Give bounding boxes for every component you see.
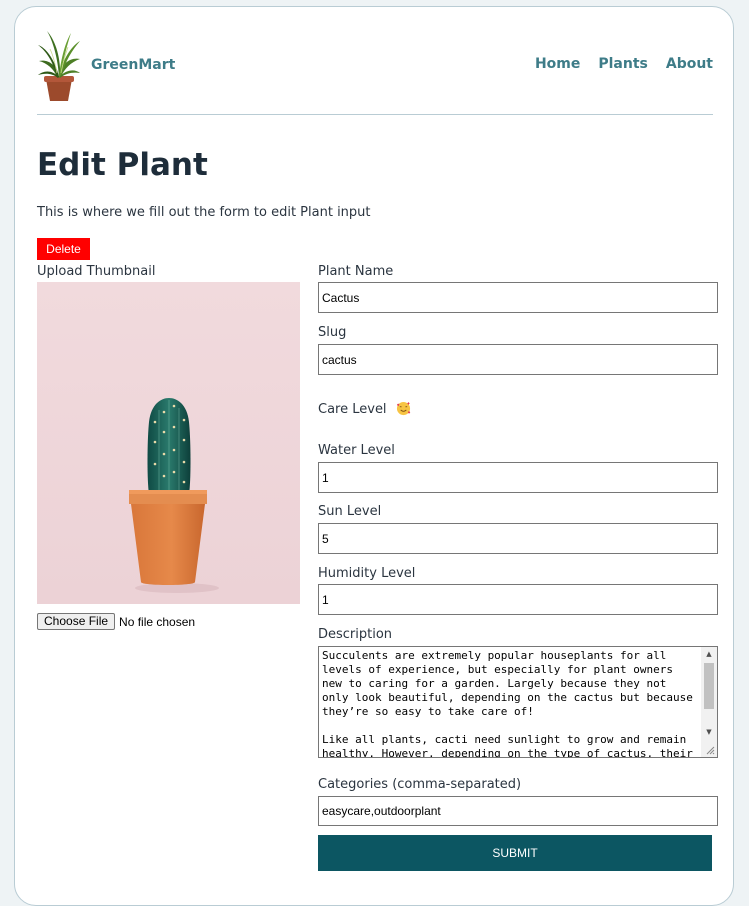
nav-plants-link[interactable]: Plants: [598, 56, 648, 72]
scroll-down-arrow-icon[interactable]: ▼: [701, 725, 717, 739]
page-title: Edit Plant: [37, 147, 208, 183]
care-level-text: Care Level: [318, 402, 387, 417]
care-level-label: Care Level: [318, 401, 411, 417]
scroll-up-arrow-icon[interactable]: ▲: [701, 647, 717, 661]
nav-home-link[interactable]: Home: [535, 56, 580, 72]
header-divider: [37, 114, 713, 115]
smiling-face-with-hearts-icon: [396, 401, 410, 416]
water-level-input[interactable]: [318, 462, 718, 493]
description-textarea[interactable]: Succulents are extremely popular housepl…: [318, 646, 718, 758]
thumbnail-label: Upload Thumbnail: [37, 264, 156, 279]
page-intro: This is where we fill out the form to ed…: [37, 205, 371, 220]
brand-name[interactable]: GreenMart: [91, 57, 175, 73]
plant-name-input[interactable]: [318, 282, 718, 313]
choose-file-button[interactable]: Choose File: [37, 613, 116, 630]
nav-about-link[interactable]: About: [666, 56, 713, 72]
potted-palm-icon[interactable]: [37, 29, 81, 103]
file-status: No file chosen: [119, 614, 196, 629]
plant-name-label: Plant Name: [318, 264, 394, 279]
humidity-level-input[interactable]: [318, 584, 718, 615]
scroll-thumb[interactable]: [704, 663, 714, 709]
file-upload-row: Choose File No file chosen: [37, 613, 195, 630]
description-scrollbar[interactable]: ▲ ▼: [701, 647, 717, 757]
thumbnail-image: [37, 282, 300, 604]
description-label: Description: [318, 627, 393, 642]
cactus-photo: [129, 398, 219, 593]
sun-level-label: Sun Level: [318, 504, 382, 519]
submit-button[interactable]: SUBMIT: [318, 835, 712, 871]
sun-level-input[interactable]: [318, 523, 718, 554]
categories-input[interactable]: [318, 796, 718, 826]
resize-grip-icon[interactable]: [705, 745, 715, 755]
humidity-level-label: Humidity Level: [318, 566, 416, 581]
delete-button[interactable]: Delete: [37, 238, 90, 260]
page-card: GreenMart Home Plants About Edit Plant T…: [14, 6, 734, 906]
slug-label: Slug: [318, 325, 347, 340]
site-header: GreenMart Home Plants About: [37, 29, 713, 115]
categories-label: Categories (comma-separated): [318, 777, 522, 792]
slug-input[interactable]: [318, 344, 718, 375]
water-level-label: Water Level: [318, 443, 395, 458]
main-nav: Home Plants About: [535, 56, 713, 72]
